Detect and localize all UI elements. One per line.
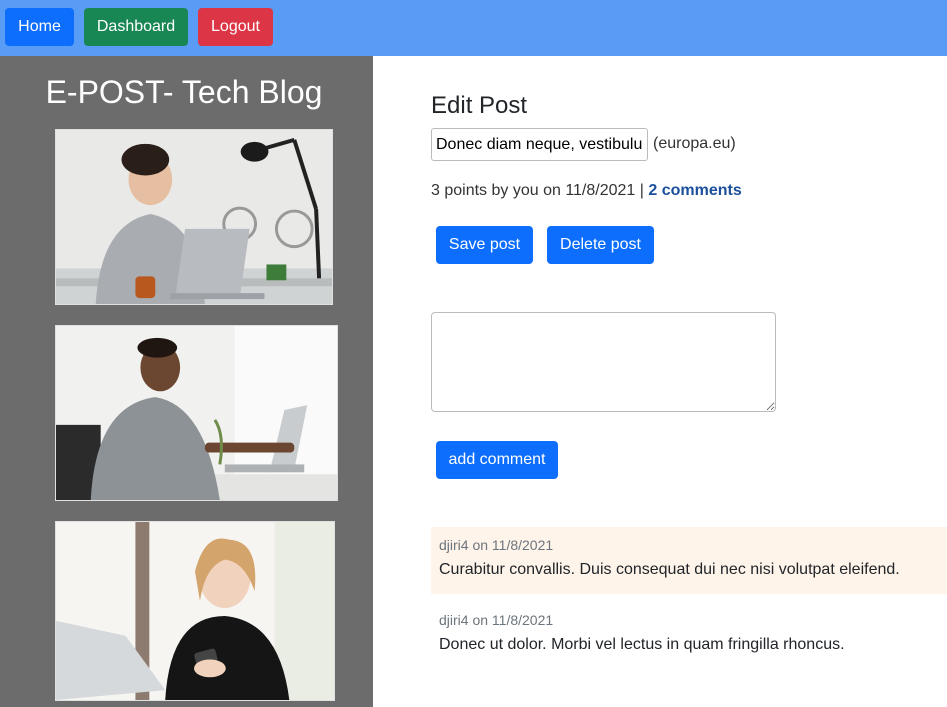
delete-post-button[interactable]: Delete post [547, 226, 654, 264]
comments-link[interactable]: 2 comments [648, 182, 741, 199]
comment-meta: djiri4 on 11/8/2021 [439, 537, 554, 553]
comment-item: djiri4 on 11/8/2021 Donec ut dolor. Morb… [431, 602, 947, 669]
site-title: E-POST- Tech Blog [45, 74, 323, 110]
comment-text: Curabitur convallis. Duis consequat dui … [439, 561, 900, 578]
edit-post-heading: Edit Post [431, 92, 528, 119]
dashboard-button[interactable]: Dashboard [84, 8, 188, 46]
post-domain: (europa.eu) [653, 135, 736, 152]
home-button[interactable]: Home [5, 8, 74, 46]
woman-with-laptop-photo [55, 129, 333, 305]
logout-button[interactable]: Logout [198, 8, 273, 46]
comment-text: Donec ut dolor. Morbi vel lectus in quam… [439, 636, 845, 653]
add-comment-button[interactable]: add comment [436, 441, 558, 479]
man-with-laptop-photo [55, 325, 338, 501]
sidebar: E-POST- Tech Blog [0, 56, 373, 707]
woman-with-phone-photo [55, 521, 335, 701]
post-meta: 3 points by you on 11/8/2021 | 2 comment… [431, 182, 742, 200]
post-title-input[interactable] [431, 128, 648, 161]
comment-meta: djiri4 on 11/8/2021 [439, 612, 554, 628]
comment-textarea[interactable] [431, 312, 776, 412]
post-meta-text: 3 points by you on 11/8/2021 | [431, 182, 649, 199]
save-post-button[interactable]: Save post [436, 226, 533, 264]
top-navbar: Home Dashboard Logout [0, 0, 947, 56]
comment-item: djiri4 on 11/8/2021 Curabitur convallis.… [431, 527, 947, 594]
